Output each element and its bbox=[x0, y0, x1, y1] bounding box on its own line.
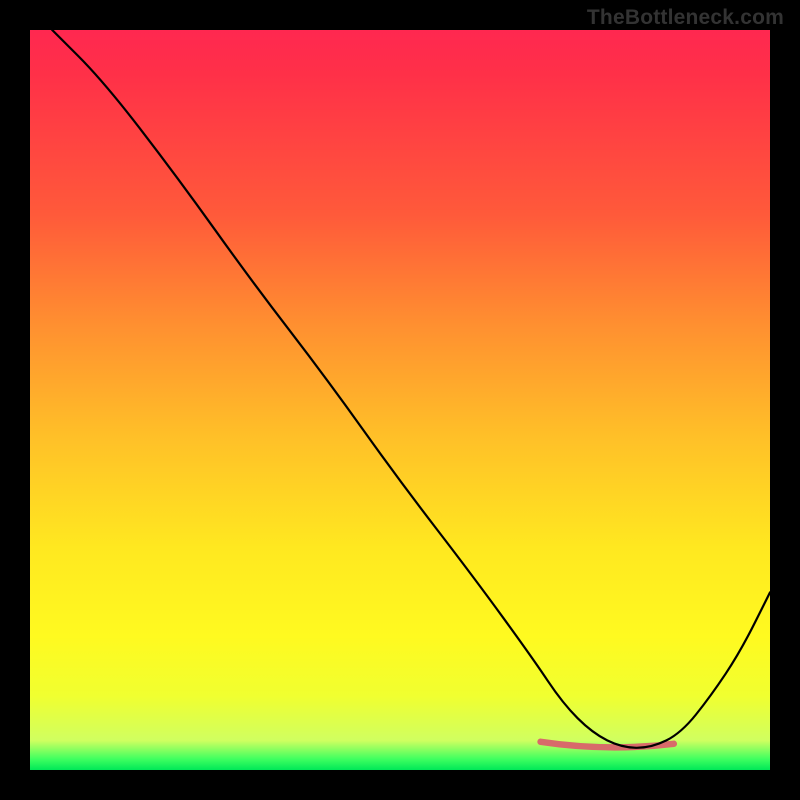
chart-svg bbox=[30, 30, 770, 770]
watermark-text: TheBottleneck.com bbox=[587, 6, 784, 30]
chart-plot-area bbox=[30, 30, 770, 770]
bottleneck-curve-line bbox=[52, 30, 770, 748]
